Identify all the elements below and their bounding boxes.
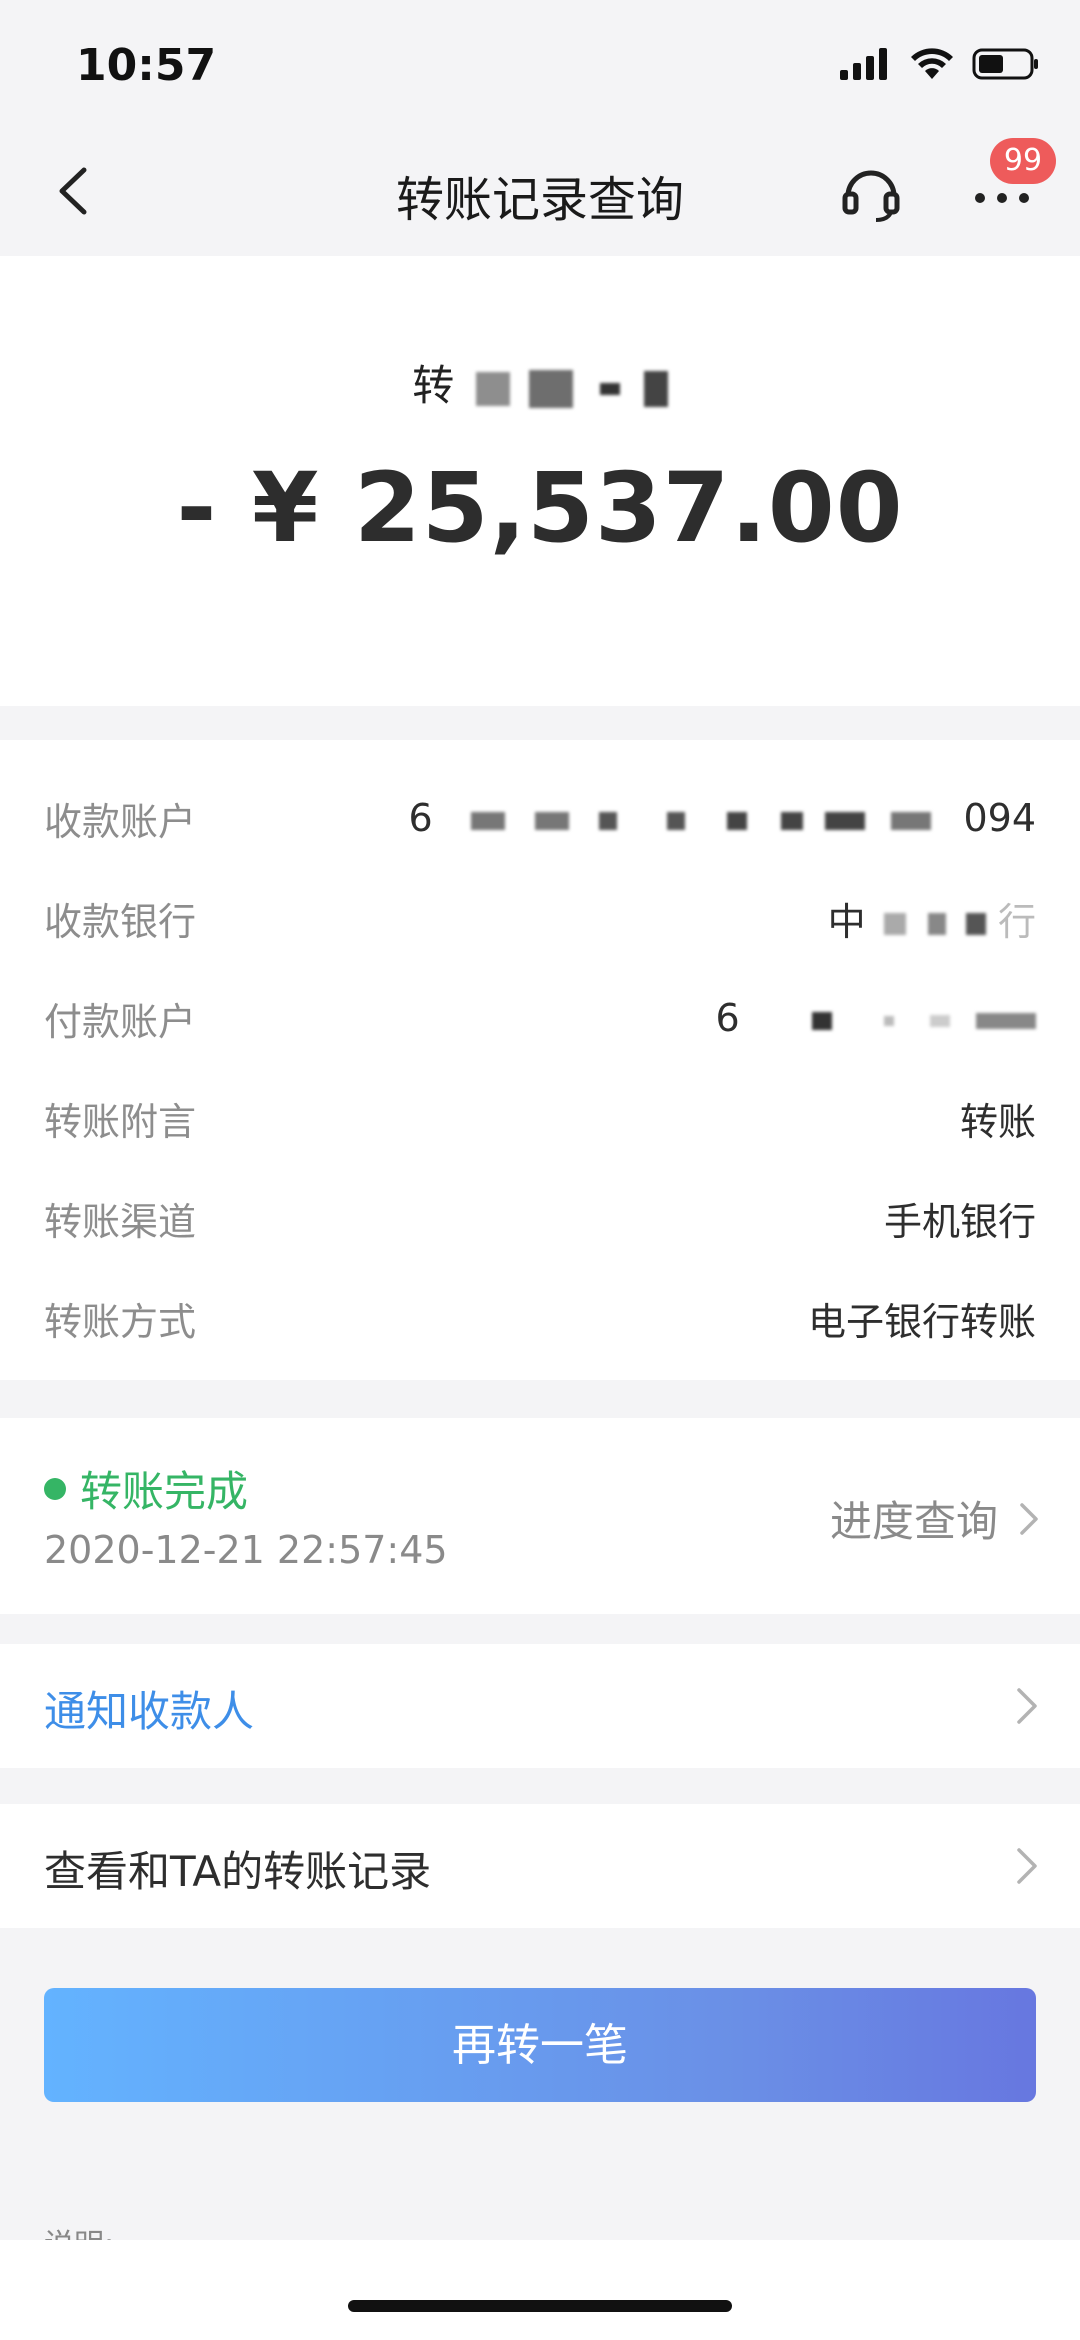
redacted-block bbox=[891, 811, 932, 830]
view-transfer-records-row[interactable]: 查看和TA的转账记录 bbox=[0, 1804, 1080, 1928]
page-title: 转账记录查询 bbox=[395, 172, 684, 228]
status-bar: 10:57 bbox=[0, 0, 1080, 130]
transfer-status: 转账完成 bbox=[44, 1458, 248, 1519]
detail-value: 6 094 bbox=[408, 796, 1036, 840]
customer-service-button[interactable] bbox=[838, 158, 904, 224]
redacted-block bbox=[929, 1014, 950, 1027]
redacted-block bbox=[600, 382, 621, 395]
redacted-block bbox=[598, 811, 617, 830]
transfer-status-card: 转账完成 2020-12-21 22:57:45 进度查询 bbox=[0, 1418, 1080, 1614]
redacted-block bbox=[927, 913, 946, 935]
signal-icon bbox=[840, 48, 887, 80]
notification-badge: 99 bbox=[990, 138, 1056, 184]
wifi-icon bbox=[911, 48, 953, 79]
payee-name: 转 bbox=[0, 352, 1080, 412]
amount-card: 转 - ¥ 25,537.00 bbox=[0, 256, 1080, 706]
detail-row-receiving-bank: 收款银行 中 行 bbox=[44, 888, 1036, 948]
detail-row-channel: 转账渠道 手机银行 bbox=[44, 1188, 1036, 1248]
transfer-again-button[interactable]: 再转一笔 bbox=[44, 1988, 1036, 2102]
redacted-block bbox=[976, 1012, 1036, 1029]
detail-label: 转账渠道 bbox=[44, 1199, 197, 1244]
headset-icon bbox=[842, 170, 900, 222]
payee-name-text: 转 bbox=[412, 361, 455, 410]
navigation-bar: 转账记录查询 bbox=[0, 130, 1080, 256]
notify-payee-label: 通知收款人 bbox=[44, 1687, 255, 1736]
detail-row-remark: 转账附言 转账 bbox=[44, 1088, 1036, 1148]
detail-label: 收款账户 bbox=[44, 799, 197, 844]
progress-query-label: 进度查询 bbox=[829, 1497, 998, 1546]
transfer-timestamp: 2020-12-21 22:57:45 bbox=[44, 1528, 448, 1572]
chevron-right-icon bbox=[1017, 1848, 1037, 1884]
detail-value: 转账 bbox=[959, 1099, 1036, 1144]
redacted-block bbox=[643, 370, 668, 407]
transfer-status-label: 转账完成 bbox=[80, 1467, 249, 1516]
detail-label: 转账方式 bbox=[44, 1299, 197, 1344]
redacted-block bbox=[965, 913, 986, 935]
redacted-block bbox=[781, 811, 804, 830]
detail-label: 付款账户 bbox=[44, 999, 197, 1044]
battery-icon bbox=[972, 48, 1038, 80]
status-dot-icon bbox=[44, 1477, 66, 1500]
chevron-right-icon bbox=[1020, 1502, 1038, 1535]
progress-query-link[interactable]: 进度查询 bbox=[830, 1488, 1040, 1549]
detail-row-payment-account: 付款账户 6 bbox=[44, 988, 1036, 1048]
redacted-block bbox=[470, 811, 505, 830]
status-icons bbox=[840, 44, 1040, 84]
transfer-amount: - ¥ 25,537.00 bbox=[176, 452, 904, 564]
redacted-block bbox=[475, 371, 510, 406]
detail-row-method: 转账方式 电子银行转账 bbox=[44, 1288, 1036, 1348]
redacted-block bbox=[883, 1015, 894, 1026]
redacted-block bbox=[811, 1011, 832, 1030]
redacted-block bbox=[534, 811, 569, 830]
detail-row-receiving-account: 收款账户 6 094 bbox=[44, 788, 1036, 848]
status-time: 10:57 bbox=[76, 40, 217, 91]
home-indicator[interactable] bbox=[348, 2300, 732, 2312]
redacted-block bbox=[727, 811, 748, 830]
home-area bbox=[0, 2240, 1080, 2340]
detail-value: 手机银行 bbox=[883, 1199, 1036, 1244]
view-records-label: 查看和TA的转账记录 bbox=[44, 1847, 432, 1896]
detail-value: 6 bbox=[715, 996, 1036, 1040]
redacted-block bbox=[667, 811, 685, 830]
redacted-block bbox=[529, 369, 573, 408]
redacted-block bbox=[825, 811, 866, 830]
detail-value: 电子银行转账 bbox=[807, 1299, 1036, 1344]
redacted-block bbox=[883, 913, 906, 935]
chevron-right-icon bbox=[1017, 1688, 1037, 1724]
detail-label: 转账附言 bbox=[44, 1099, 197, 1144]
detail-label: 收款银行 bbox=[44, 899, 197, 944]
transfer-details: 收款账户 6 094 收款银行 中 行 付款账户 6 转账附言 转账 转账渠道 … bbox=[0, 740, 1080, 1380]
notify-payee-row[interactable]: 通知收款人 bbox=[0, 1644, 1080, 1768]
detail-value: 中 行 bbox=[827, 899, 1036, 944]
